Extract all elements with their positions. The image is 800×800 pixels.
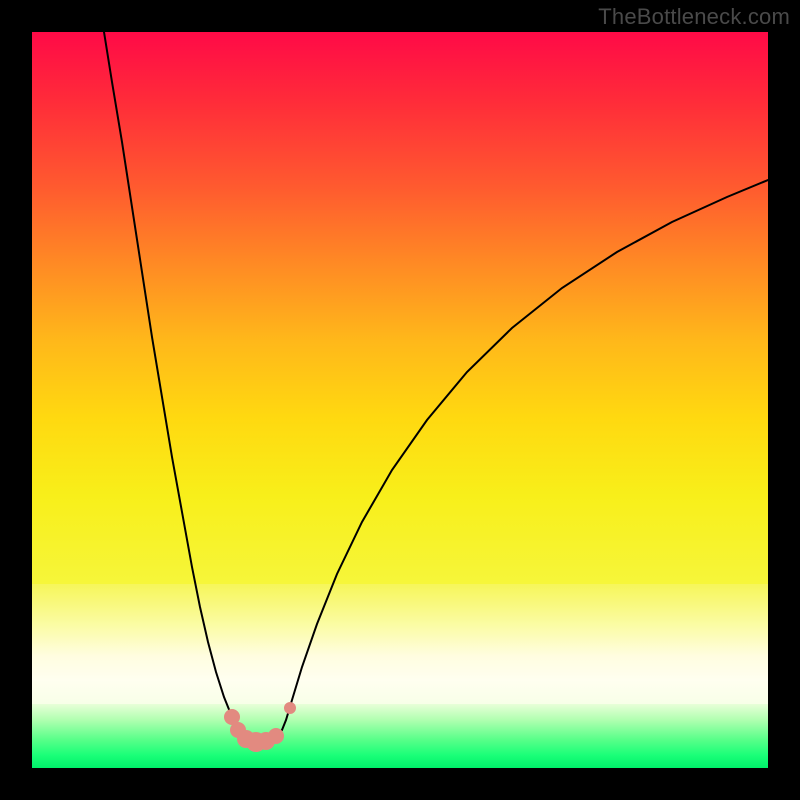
bottleneck-curve bbox=[104, 32, 768, 743]
valley-marker bbox=[284, 702, 296, 714]
valley-marker-group bbox=[224, 702, 296, 752]
valley-marker bbox=[268, 728, 284, 744]
chart-frame bbox=[32, 32, 768, 768]
watermark: TheBottleneck.com bbox=[598, 4, 790, 30]
curve-svg bbox=[32, 32, 768, 768]
